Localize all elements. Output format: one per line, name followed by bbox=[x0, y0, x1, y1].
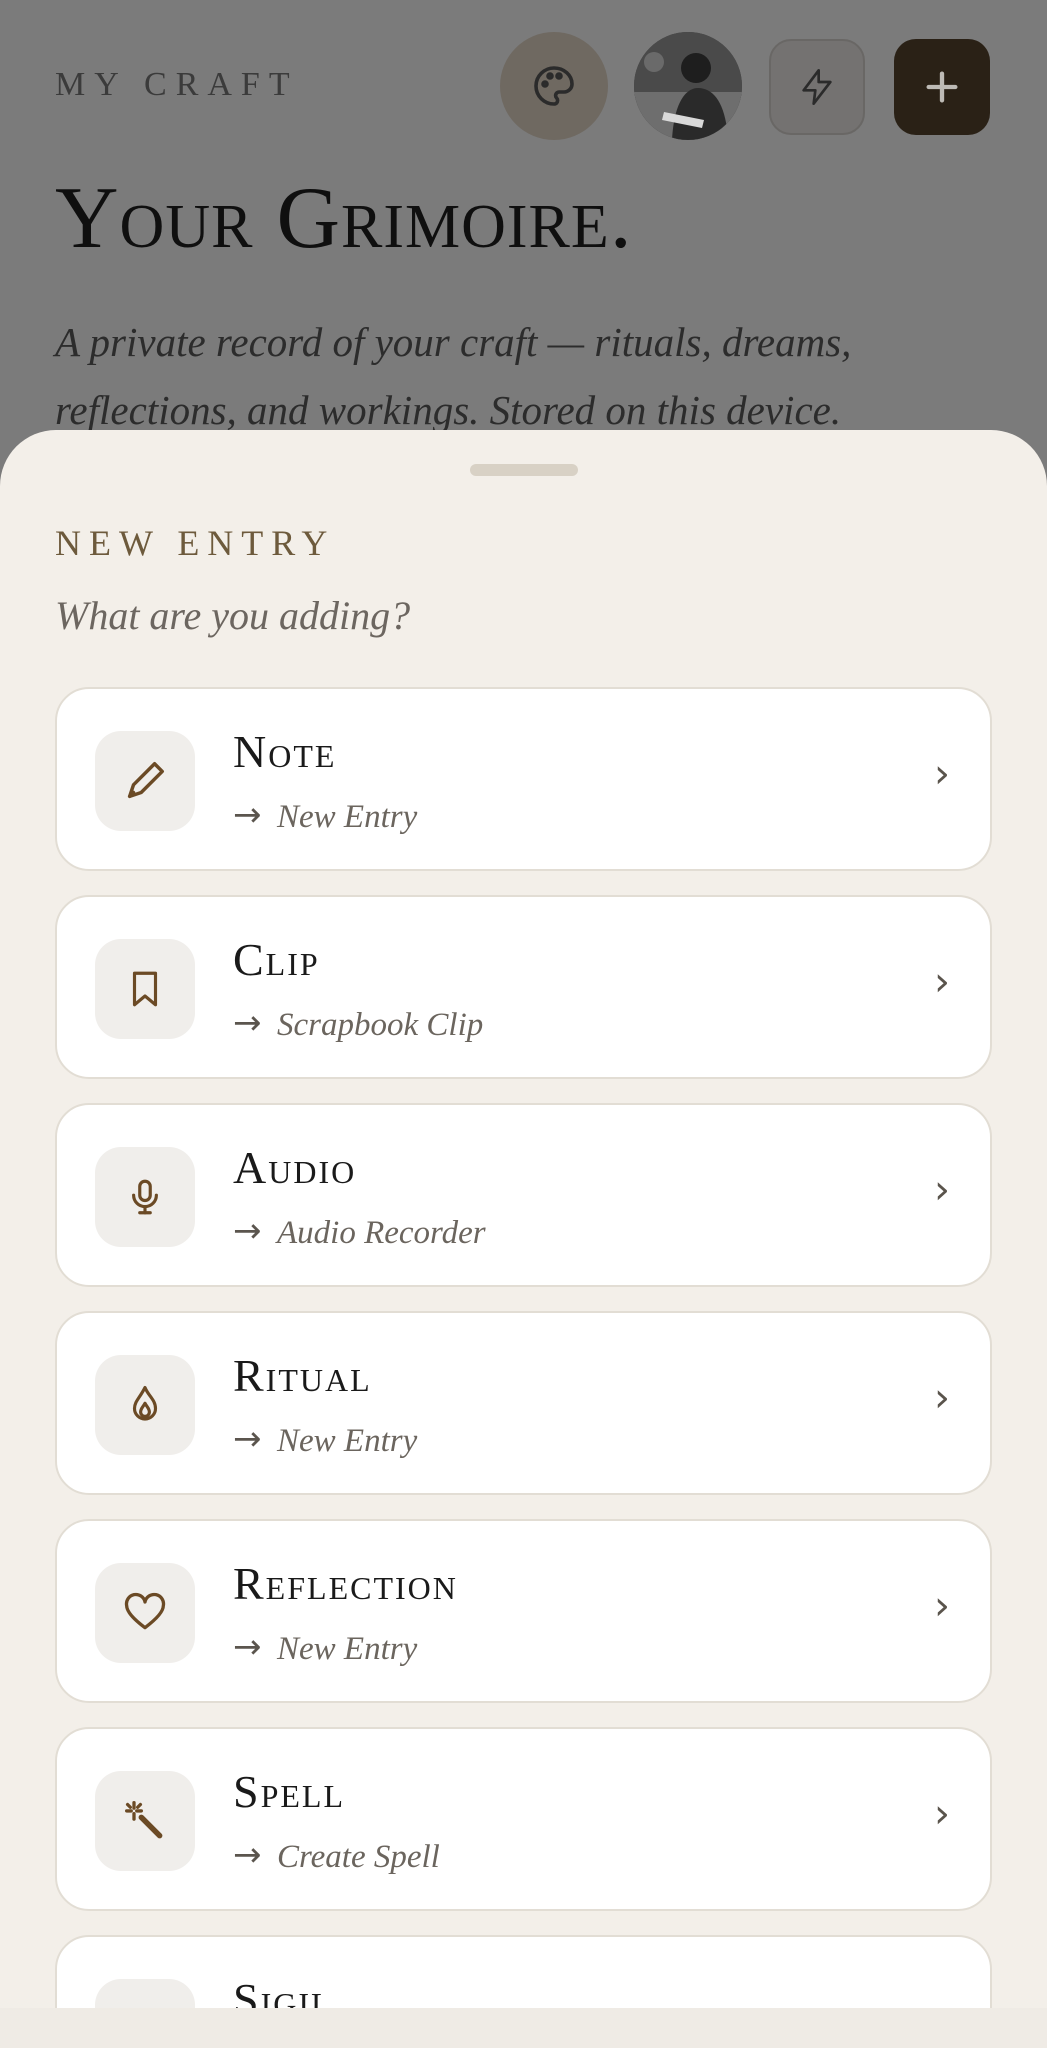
page-subtitle: A private record of your craft — rituals… bbox=[55, 319, 852, 433]
chevron-right-icon: › bbox=[934, 751, 950, 797]
page-title: Your Grimoire. bbox=[55, 170, 633, 267]
chevron-right-icon: › bbox=[934, 1167, 950, 1213]
avatar-photo bbox=[634, 32, 742, 140]
chevron-right-icon: › bbox=[934, 1791, 950, 1837]
chevron-right-icon: › bbox=[934, 959, 950, 1005]
arrow-icon: → bbox=[233, 1211, 262, 1251]
option-subtitle: New Entry bbox=[277, 799, 418, 835]
sheet-prompt: What are you adding? bbox=[55, 593, 411, 638]
new-entry-sheet: NEW ENTRY What are you adding? Note → Ne… bbox=[0, 430, 1047, 2010]
bottom-safe-area bbox=[0, 2008, 1047, 2048]
option-icon-box bbox=[95, 731, 195, 831]
page-kicker: MY CRAFT bbox=[55, 66, 299, 103]
arrow-icon: → bbox=[233, 1627, 262, 1667]
option-title: Spell bbox=[233, 1766, 346, 1817]
option-sigil[interactable]: Sigil bbox=[55, 1935, 992, 2010]
option-icon-box bbox=[95, 1563, 195, 1663]
bolt-icon bbox=[802, 69, 832, 105]
option-icon-box bbox=[95, 1771, 195, 1871]
quick-action-button[interactable] bbox=[769, 39, 865, 135]
option-title: Note bbox=[233, 726, 337, 777]
arrow-icon: → bbox=[233, 1003, 262, 1043]
option-title: Sigil bbox=[233, 1974, 333, 2010]
option-title: Audio bbox=[233, 1142, 357, 1193]
flame-icon bbox=[132, 1385, 158, 1421]
option-spell[interactable]: Spell → Create Spell › bbox=[55, 1727, 992, 1911]
chevron-right-icon: › bbox=[934, 1375, 950, 1421]
option-subtitle: New Entry bbox=[277, 1423, 418, 1459]
option-note[interactable]: Note → New Entry › bbox=[55, 687, 992, 871]
option-title: Reflection bbox=[233, 1558, 458, 1609]
add-button[interactable] bbox=[894, 39, 990, 135]
arrow-icon: → bbox=[233, 795, 262, 835]
arrow-icon: → bbox=[233, 1835, 262, 1875]
avatar[interactable] bbox=[634, 32, 742, 140]
microphone-icon bbox=[132, 1179, 158, 1215]
option-title: Ritual bbox=[233, 1350, 372, 1401]
option-title: Clip bbox=[233, 934, 320, 985]
option-icon-box bbox=[95, 1979, 195, 2010]
palette-icon bbox=[534, 66, 574, 106]
option-subtitle: Scrapbook Clip bbox=[277, 1007, 484, 1043]
option-icon-box bbox=[95, 1355, 195, 1455]
option-icon-box bbox=[95, 1147, 195, 1247]
option-subtitle: Audio Recorder bbox=[277, 1215, 486, 1251]
option-ritual[interactable]: Ritual → New Entry › bbox=[55, 1311, 992, 1495]
sheet-kicker: NEW ENTRY bbox=[55, 523, 336, 563]
option-clip[interactable]: Clip → Scrapbook Clip › bbox=[55, 895, 992, 1079]
header-actions bbox=[500, 32, 992, 142]
bookmark-icon bbox=[132, 971, 158, 1007]
palette-button[interactable] bbox=[500, 32, 608, 140]
sheet-drag-handle[interactable] bbox=[470, 464, 578, 476]
pencil-icon bbox=[127, 762, 164, 799]
heart-icon bbox=[124, 1592, 166, 1630]
plus-icon bbox=[926, 71, 958, 103]
option-subtitle: New Entry bbox=[277, 1631, 418, 1667]
magic-wand-icon bbox=[125, 1801, 163, 1839]
arrow-icon: → bbox=[233, 1419, 262, 1459]
option-audio[interactable]: Audio → Audio Recorder › bbox=[55, 1103, 992, 1287]
option-icon-box bbox=[95, 939, 195, 1039]
option-reflection[interactable]: Reflection → New Entry › bbox=[55, 1519, 992, 1703]
chevron-right-icon: › bbox=[934, 1583, 950, 1629]
option-subtitle: Create Spell bbox=[277, 1839, 440, 1875]
